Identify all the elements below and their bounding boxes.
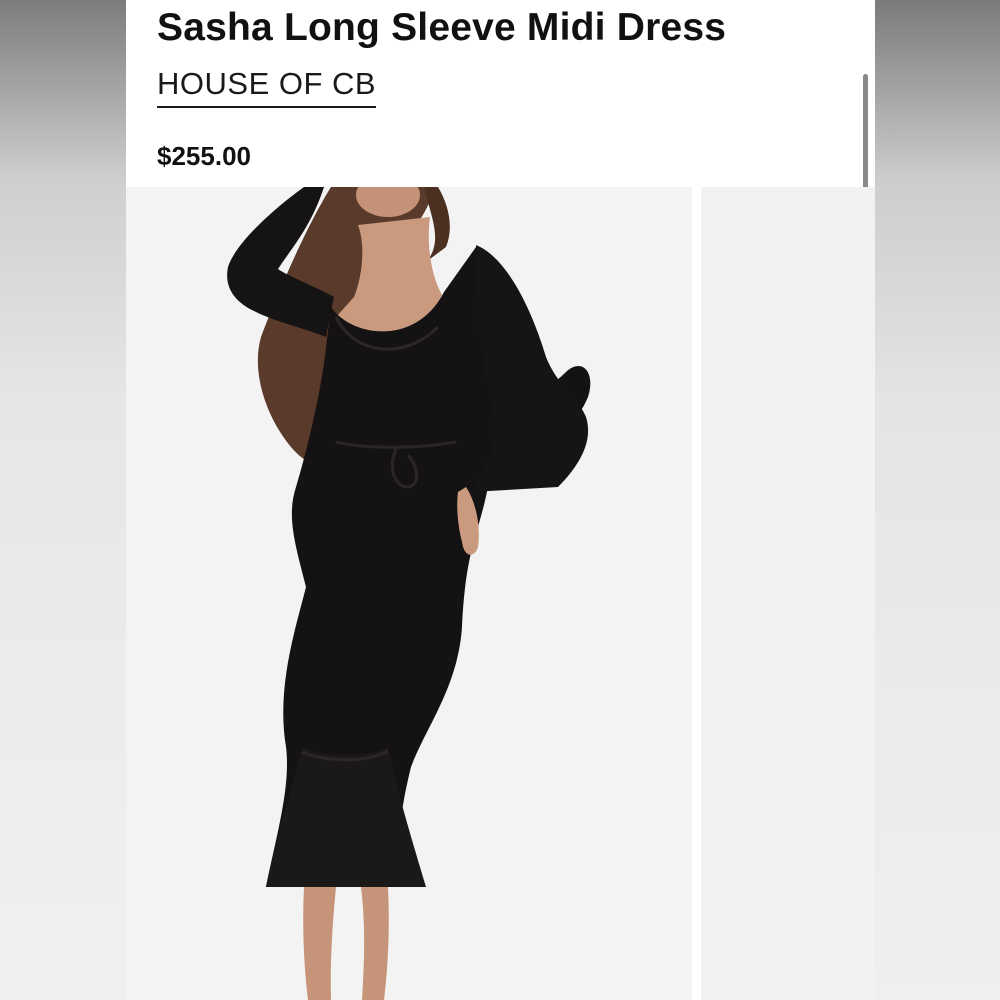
product-title: Sasha Long Sleeve Midi Dress xyxy=(157,6,727,49)
product-image-main[interactable] xyxy=(126,187,692,1000)
model-figure xyxy=(227,187,591,1000)
outer-background-left xyxy=(0,0,126,1000)
outer-background-right xyxy=(875,0,1000,1000)
product-image-next[interactable] xyxy=(701,187,875,1000)
product-page: Sasha Long Sleeve Midi Dress HOUSE OF CB… xyxy=(126,0,875,1000)
product-price: $255.00 xyxy=(157,141,251,171)
brand-link[interactable]: HOUSE OF CB xyxy=(157,66,377,108)
